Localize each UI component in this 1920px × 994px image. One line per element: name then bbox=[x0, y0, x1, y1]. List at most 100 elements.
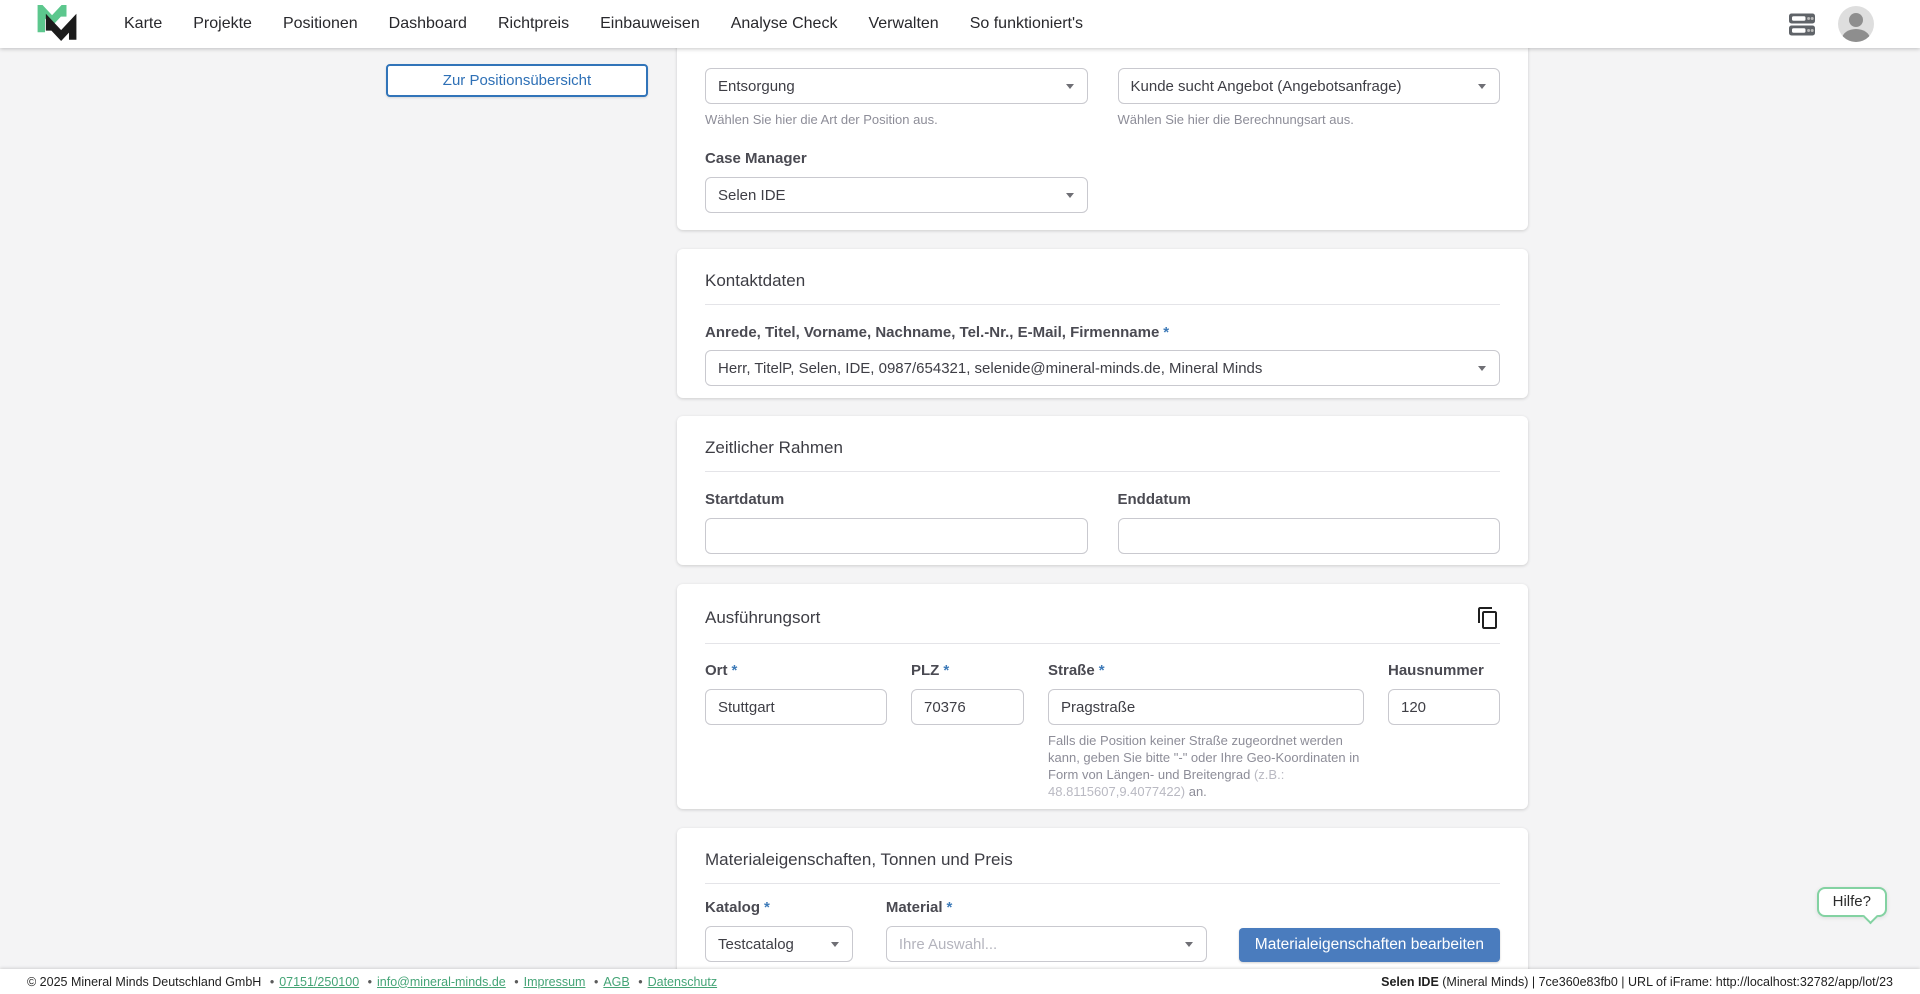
catalog-field: Katalog* Testcatalog bbox=[705, 899, 853, 962]
execution-location-card: Ausführungsort Ort* PLZ* Straße* bbox=[677, 584, 1528, 809]
footer-link-impressum[interactable]: Impressum bbox=[524, 975, 586, 989]
street-field: Straße* Falls die Position keiner Straße… bbox=[1048, 662, 1364, 800]
housenumber-input[interactable] bbox=[1388, 689, 1500, 725]
case-manager-field: Case Manager Selen IDE bbox=[705, 150, 1500, 213]
city-label: Ort* bbox=[705, 662, 737, 679]
material-select[interactable]: Ihre Auswahl... bbox=[886, 926, 1207, 962]
city-input[interactable] bbox=[705, 689, 887, 725]
help-button[interactable]: Hilfe? bbox=[1817, 887, 1887, 917]
separator-dot: • bbox=[270, 975, 274, 989]
city-field: Ort* bbox=[705, 662, 887, 725]
material-card-title: Materialeigenschaften, Tonnen und Preis bbox=[705, 850, 1500, 870]
catalog-value: Testcatalog bbox=[718, 936, 794, 953]
catalog-label: Katalog* bbox=[705, 899, 770, 916]
case-manager-value: Selen IDE bbox=[718, 187, 786, 204]
session-details: (Mineral Minds) | 7ce360e83fb0 | URL of … bbox=[1439, 975, 1893, 989]
footer-link-datenschutz[interactable]: Datenschutz bbox=[648, 975, 717, 989]
contact-field-label: Anrede, Titel, Vorname, Nachname, Tel.-N… bbox=[705, 324, 1500, 341]
chevron-down-icon bbox=[1066, 193, 1074, 198]
street-hint-main: Falls die Position keiner Straße zugeord… bbox=[1048, 733, 1359, 782]
street-hint: Falls die Position keiner Straße zugeord… bbox=[1048, 732, 1364, 800]
enddate-input[interactable] bbox=[1118, 518, 1501, 554]
server-stack-icon[interactable] bbox=[1788, 10, 1816, 38]
nav-item-analyse-check[interactable]: Analyse Check bbox=[731, 15, 838, 33]
street-input[interactable] bbox=[1048, 689, 1364, 725]
footer-link-phone[interactable]: 07151/250100 bbox=[279, 975, 359, 989]
catalog-select[interactable]: Testcatalog bbox=[705, 926, 853, 962]
case-manager-label: Case Manager bbox=[705, 150, 807, 167]
avatar-body bbox=[1842, 29, 1870, 42]
required-marker: * bbox=[732, 662, 738, 679]
contact-card-title: Kontaktdaten bbox=[705, 271, 1500, 291]
nav-item-verwalten[interactable]: Verwalten bbox=[868, 15, 938, 33]
material-label-text: Material bbox=[886, 899, 943, 916]
divider bbox=[705, 471, 1500, 472]
calculation-type-hint: Wählen Sie hier die Berechnungsart aus. bbox=[1118, 111, 1501, 128]
timeframe-card: Zeitlicher Rahmen Startdatum Enddatum bbox=[677, 416, 1528, 565]
main-nav: Karte Projekte Positionen Dashboard Rich… bbox=[124, 15, 1083, 33]
street-label: Straße* bbox=[1048, 662, 1105, 679]
nav-item-einbauweisen[interactable]: Einbauweisen bbox=[600, 15, 700, 33]
separator-dot: • bbox=[514, 975, 518, 989]
zip-label: PLZ* bbox=[911, 662, 949, 679]
nav-item-projekte[interactable]: Projekte bbox=[193, 15, 252, 33]
position-type-value: Entsorgung bbox=[718, 78, 795, 95]
required-marker: * bbox=[1163, 324, 1169, 341]
mineral-minds-logo-icon[interactable] bbox=[36, 5, 78, 43]
divider bbox=[705, 883, 1500, 884]
material-label: Material* bbox=[886, 899, 953, 916]
nav-item-richtpreis[interactable]: Richtpreis bbox=[498, 15, 569, 33]
startdate-input[interactable] bbox=[705, 518, 1088, 554]
calculation-type-select[interactable]: Kunde sucht Angebot (Angebotsanfrage) bbox=[1118, 68, 1501, 104]
chevron-down-icon bbox=[1478, 366, 1486, 371]
back-to-positions-button[interactable]: Zur Positionsübersicht bbox=[386, 64, 648, 97]
contact-select-value: Herr, TitelP, Selen, IDE, 0987/654321, s… bbox=[718, 360, 1262, 377]
separator-dot: • bbox=[638, 975, 642, 989]
position-type-select[interactable]: Entsorgung bbox=[705, 68, 1088, 104]
calculation-type-value: Kunde sucht Angebot (Angebotsanfrage) bbox=[1131, 78, 1402, 95]
calculation-type-field: Kunde sucht Angebot (Angebotsanfrage) Wä… bbox=[1118, 68, 1501, 128]
required-marker: * bbox=[764, 899, 770, 916]
zip-field: PLZ* bbox=[911, 662, 1024, 725]
nav-item-so-funktionierts[interactable]: So funktioniert's bbox=[970, 15, 1083, 33]
edit-material-properties-button[interactable]: Materialeigenschaften bearbeiten bbox=[1239, 928, 1500, 962]
nav-item-dashboard[interactable]: Dashboard bbox=[389, 15, 467, 33]
user-avatar-icon[interactable] bbox=[1838, 6, 1874, 42]
required-marker: * bbox=[1099, 662, 1105, 679]
divider bbox=[705, 643, 1500, 644]
material-placeholder: Ihre Auswahl... bbox=[899, 936, 997, 953]
location-card-title: Ausführungsort bbox=[705, 608, 820, 628]
housenumber-label: Hausnummer bbox=[1388, 662, 1484, 679]
enddate-field: Enddatum bbox=[1118, 491, 1501, 554]
divider bbox=[705, 304, 1500, 305]
footer-left: © 2025 Mineral Minds Deutschland GmbH •0… bbox=[27, 975, 717, 989]
help-bubble-tail bbox=[1863, 909, 1879, 925]
zip-input[interactable] bbox=[911, 689, 1024, 725]
chevron-down-icon bbox=[1478, 84, 1486, 89]
top-navigation-bar: Karte Projekte Positionen Dashboard Rich… bbox=[0, 0, 1920, 48]
enddate-label: Enddatum bbox=[1118, 491, 1191, 508]
case-manager-select[interactable]: Selen IDE bbox=[705, 177, 1088, 213]
help-button-label: Hilfe? bbox=[1833, 893, 1871, 910]
material-field: Material* Ihre Auswahl... bbox=[886, 899, 1207, 962]
required-marker: * bbox=[943, 662, 949, 679]
topbar-actions bbox=[1788, 6, 1874, 42]
material-card: Materialeigenschaften, Tonnen und Preis … bbox=[677, 828, 1528, 988]
nav-item-karte[interactable]: Karte bbox=[124, 15, 162, 33]
position-type-field: Entsorgung Wählen Sie hier die Art der P… bbox=[705, 68, 1088, 128]
footer-link-agb[interactable]: AGB bbox=[603, 975, 629, 989]
city-label-text: Ort bbox=[705, 662, 728, 679]
position-type-card: Entsorgung Wählen Sie hier die Art der P… bbox=[677, 24, 1528, 230]
catalog-label-text: Katalog bbox=[705, 899, 760, 916]
chevron-down-icon bbox=[1066, 84, 1074, 89]
copy-icon[interactable] bbox=[1476, 606, 1500, 630]
nav-item-positionen[interactable]: Positionen bbox=[283, 15, 358, 33]
timeframe-card-title: Zeitlicher Rahmen bbox=[705, 438, 1500, 458]
street-label-text: Straße bbox=[1048, 662, 1095, 679]
separator-dot: • bbox=[368, 975, 372, 989]
footer-link-email[interactable]: info@mineral-minds.de bbox=[377, 975, 506, 989]
chevron-down-icon bbox=[831, 942, 839, 947]
startdate-label: Startdatum bbox=[705, 491, 784, 508]
chevron-down-icon bbox=[1185, 942, 1193, 947]
contact-select[interactable]: Herr, TitelP, Selen, IDE, 0987/654321, s… bbox=[705, 350, 1500, 386]
